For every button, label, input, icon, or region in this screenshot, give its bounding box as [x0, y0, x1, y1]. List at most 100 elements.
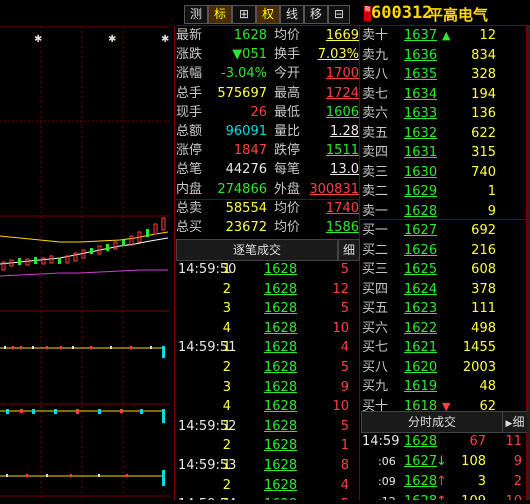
minute-time: :12 — [378, 492, 396, 500]
level-label: 买九 — [362, 379, 389, 394]
quote-label: 最新 — [176, 28, 203, 43]
level-volume: 740 — [471, 164, 496, 180]
quote-value: 1586 — [325, 220, 359, 235]
tick-row[interactable]: 2 1628 1 — [176, 436, 359, 456]
buy-level[interactable]: 买一 1627 692 — [360, 221, 526, 241]
tick-price: 1628 — [264, 379, 298, 395]
tick-panel-title: 逐笔成交 — [176, 239, 338, 261]
quote-label: 涨幅 — [176, 66, 203, 82]
quote-label: 总手 — [176, 85, 203, 101]
ma-line — [0, 231, 169, 243]
quote-label: 现手 — [176, 104, 203, 120]
minute-count: 9 — [513, 454, 522, 469]
tick-row[interactable]: 2 1628 5 — [176, 358, 359, 378]
minute-row[interactable]: :12 1628↑ 109 10 — [360, 492, 526, 500]
tick-seq: 4 — [222, 399, 231, 415]
toolbar-btn-measure[interactable]: 测 — [184, 5, 208, 24]
minute-volume: 109 — [461, 492, 486, 500]
sell-level[interactable]: 卖六 1633 136 — [360, 104, 526, 124]
level-price: 1632 — [404, 125, 438, 141]
buy-level[interactable]: 买五 1623 111 — [360, 299, 526, 319]
tick-row[interactable]: 3 1628 5 — [176, 299, 359, 319]
buy-level[interactable]: 买八 1620 2003 — [360, 358, 526, 378]
sell-level[interactable]: 卖七 1634 194 — [360, 85, 526, 105]
sell-level[interactable]: 卖八 1635 328 — [360, 65, 526, 85]
minute-time: 14:59 — [362, 434, 400, 449]
buy-level[interactable]: 买七 1621 1455 — [360, 338, 526, 358]
sell-level[interactable]: 卖五 1632 622 — [360, 124, 526, 144]
quote-value: 1700 — [325, 66, 359, 82]
tick-seq: 1 — [223, 495, 231, 500]
level-volume: 834 — [471, 47, 496, 63]
buy-level[interactable]: 买九 1619 48 — [360, 377, 526, 397]
quote-value: 1740 — [325, 200, 359, 216]
direction-icon: ↓ — [436, 454, 447, 469]
tick-price: 1628 — [264, 320, 298, 336]
sell-level[interactable]: 卖三 1630 740 — [360, 163, 526, 183]
tick-price: 1628 — [264, 281, 298, 297]
level-price: 1631 — [404, 145, 438, 160]
tick-row[interactable]: 2 1628 12 — [176, 280, 359, 300]
tick-row[interactable]: 3 1628 9 — [176, 378, 359, 398]
quote-label: 量比 — [274, 124, 301, 139]
tick-row[interactable]: 14:59:52 1 1628 5 — [176, 417, 359, 437]
minute-list[interactable]: 14:5916286711:061627↓1089:091628↑32:1216… — [360, 432, 526, 500]
level-price: 1625 — [404, 262, 438, 277]
tick-row[interactable]: 14:59:51 1 1628 4 — [176, 338, 359, 358]
tick-seq: 1 — [222, 458, 231, 473]
divider — [176, 199, 359, 200]
tick-row[interactable]: 14:59:53 1 1628 8 — [176, 456, 359, 476]
tick-price: 1628 — [264, 301, 298, 317]
toolbar-btn-move[interactable]: 移 — [304, 5, 328, 24]
marker-star: ✱ — [161, 34, 169, 45]
tick-row[interactable]: 14:59:50 1 1628 5 — [176, 260, 359, 280]
buy-level[interactable]: 买二 1626 216 — [360, 241, 526, 261]
minute-row[interactable]: :06 1627 ↓ 108 9 — [360, 452, 526, 472]
intraday-chart[interactable]: ✱ ✱ ✱ — [0, 25, 175, 500]
indicator-bars-3 — [6, 470, 165, 486]
sell-level[interactable]: 卖十 1637 ▲ 12 — [360, 26, 526, 46]
minute-price: 1628 — [404, 434, 438, 449]
tick-row[interactable]: 4 1628 10 — [176, 319, 359, 339]
tick-row[interactable]: 14:59:54116285 — [176, 495, 359, 500]
toolbar-btn-line[interactable]: 线 — [280, 5, 304, 24]
tick-price: 1628 — [264, 418, 298, 434]
sell-level[interactable]: 卖九 1636 834 — [360, 46, 526, 66]
tick-price: 1628 — [264, 340, 298, 356]
toolbar-btn-grid[interactable]: ⊞ — [232, 5, 256, 24]
minute-detail-button[interactable]: ▶细 — [502, 411, 528, 433]
buy-level[interactable]: 买三 1625 608 — [360, 260, 526, 280]
ma2-line — [0, 269, 168, 277]
level-price: 1628 — [404, 203, 438, 219]
quote-value: 26 — [250, 104, 267, 120]
level-label: 卖十 — [362, 28, 389, 43]
tick-price: 1628 — [264, 262, 298, 277]
tick-seq: 1 — [222, 340, 231, 356]
level-label: 卖三 — [362, 164, 389, 180]
toolbar-btn-mark[interactable]: 标 — [208, 5, 232, 24]
tick-seq: 3 — [222, 301, 231, 317]
quote-value: 300831 — [309, 181, 359, 197]
minute-row[interactable]: 14:59 1628 67 11 — [360, 432, 526, 452]
sell-level[interactable]: 卖二 1629 1 — [360, 182, 526, 202]
tick-seq: 2 — [222, 477, 231, 493]
tick-detail-button[interactable]: 细 — [338, 239, 360, 261]
quote-label: 均价 — [274, 220, 301, 235]
sell-level[interactable]: 卖一 1628 9 — [360, 202, 526, 222]
direction-icon: ↑ — [436, 474, 447, 489]
toolbar-btn-window[interactable]: ⊟ — [328, 5, 350, 24]
sell-level[interactable]: 卖四 1631 315 — [360, 143, 526, 163]
minute-row[interactable]: :09 1628 ↑ 3 2 — [360, 472, 526, 492]
quote-label: 均价 — [274, 200, 301, 216]
tick-list[interactable]: 14:59:50 1 1628 5 2 1628 12 3 1628 5 4 1628 10 14:59:… — [176, 260, 359, 500]
buy-level[interactable]: 买六 1622 498 — [360, 319, 526, 339]
level-price: 1619 — [404, 379, 438, 394]
quote-label: 总卖 — [176, 200, 203, 216]
tick-row[interactable]: 2 1628 4 — [176, 476, 359, 496]
toolbar-btn-rights[interactable]: 权 — [256, 5, 280, 24]
minute-volume: 67 — [469, 434, 486, 449]
tick-volume: 12 — [332, 281, 349, 297]
direction-icon: ↑ — [436, 492, 447, 500]
buy-level[interactable]: 买四 1624 378 — [360, 280, 526, 300]
tick-row[interactable]: 4 1628 10 — [176, 397, 359, 417]
